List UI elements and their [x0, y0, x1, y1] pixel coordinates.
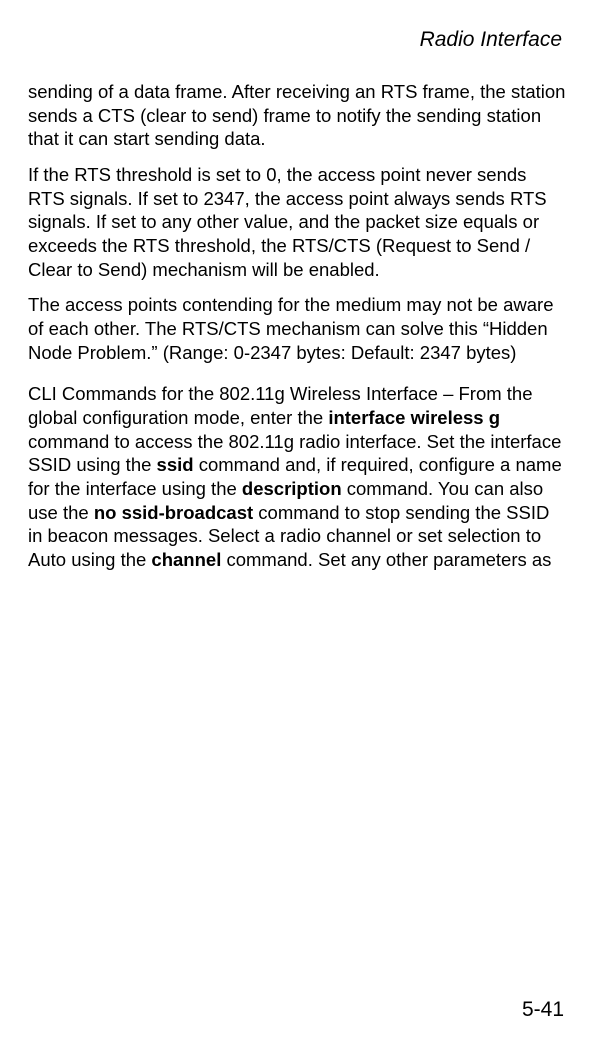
cmd-no-ssid-broadcast: no ssid-broadcast — [94, 502, 253, 523]
para4-seg6: command. Set any other parameters as — [221, 549, 551, 570]
paragraph-3: The access points contending for the med… — [28, 293, 566, 364]
cmd-ssid: ssid — [157, 454, 194, 475]
paragraph-4: CLI Commands for the 802.11g Wireless In… — [28, 382, 566, 571]
cmd-interface-wireless-g: interface wireless g — [328, 407, 500, 428]
paragraph-1: sending of a data frame. After receiving… — [28, 80, 566, 151]
page-number: 5-41 — [522, 998, 564, 1022]
cmd-description: description — [242, 478, 342, 499]
page-header: Radio Interface — [28, 28, 566, 52]
paragraph-2: If the RTS threshold is set to 0, the ac… — [28, 163, 566, 281]
cmd-channel: channel — [151, 549, 221, 570]
